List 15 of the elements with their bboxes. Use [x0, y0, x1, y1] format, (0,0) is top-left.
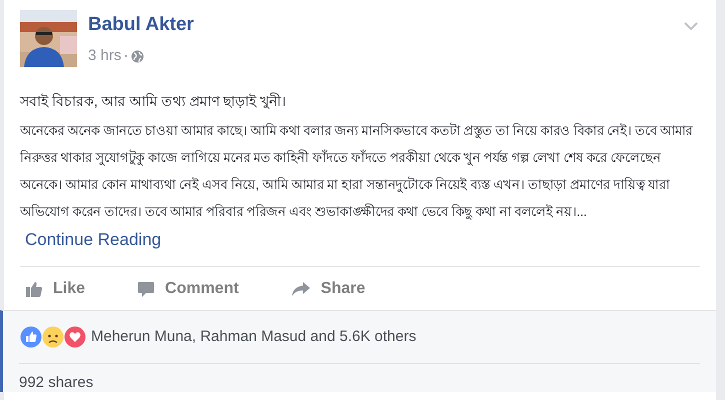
globe-icon: [131, 50, 144, 63]
author-name[interactable]: Babul Akter: [88, 14, 194, 36]
continue-reading-link[interactable]: Continue Reading: [25, 226, 162, 252]
post-action-button[interactable]: Share: [290, 276, 366, 300]
thumbs-up-icon: [25, 280, 43, 298]
post-action-button[interactable]: Like: [25, 276, 86, 300]
speech-bubble-icon: [137, 280, 156, 298]
post-headline: সবাই বিচারক, আর আমি তথ্য প্রমাণ ছাড়াই খুনী।: [18, 92, 288, 111]
arrow-icon: [290, 280, 311, 298]
shares-count[interactable]: 992 shares: [19, 374, 94, 392]
reaction-icons[interactable]: [20, 325, 88, 349]
post-body: অনেকের অনেক জানতে চাওয়া আমার কাছে। আমি কথা বলার জন্য মানসিকভাবে কতটা প্রস্তুত তা নিয়ে কারও বিকার নেই। তবে আমার নিরুত্তর থাকার সুযোগটুকু কাজে লাগিয়ে মনের মত কাহিনী ফাঁদতে ফাঁদতে পরকীয়া থেকে খুন পর্যন্ত গল্প লেখা শেষ করে ফেলেছেন অনেকে। আমার কোন মাথাব্যথা নেই এসব নিয়ে, আমি আমার মা হারা সন্তানদুটোকে নিয়েই ব্যস্ত এখন। তাছাড়া প্রমাণের দায়িত্ব যারা অভিযোগ করেন তাদের। তবে আমার পরিবার পরিজন এবং শুভাকাঙ্ক্ষীদের কথা ভেবে কিছু কথা না বললেই নয়।...: [18, 122, 694, 222]
reactions-summary[interactable]: Meherun Muna, Rahman Masud and 5.6K others: [91, 326, 416, 348]
chevron-down-icon[interactable]: [684, 22, 698, 31]
post-action-button[interactable]: Comment: [137, 276, 239, 300]
